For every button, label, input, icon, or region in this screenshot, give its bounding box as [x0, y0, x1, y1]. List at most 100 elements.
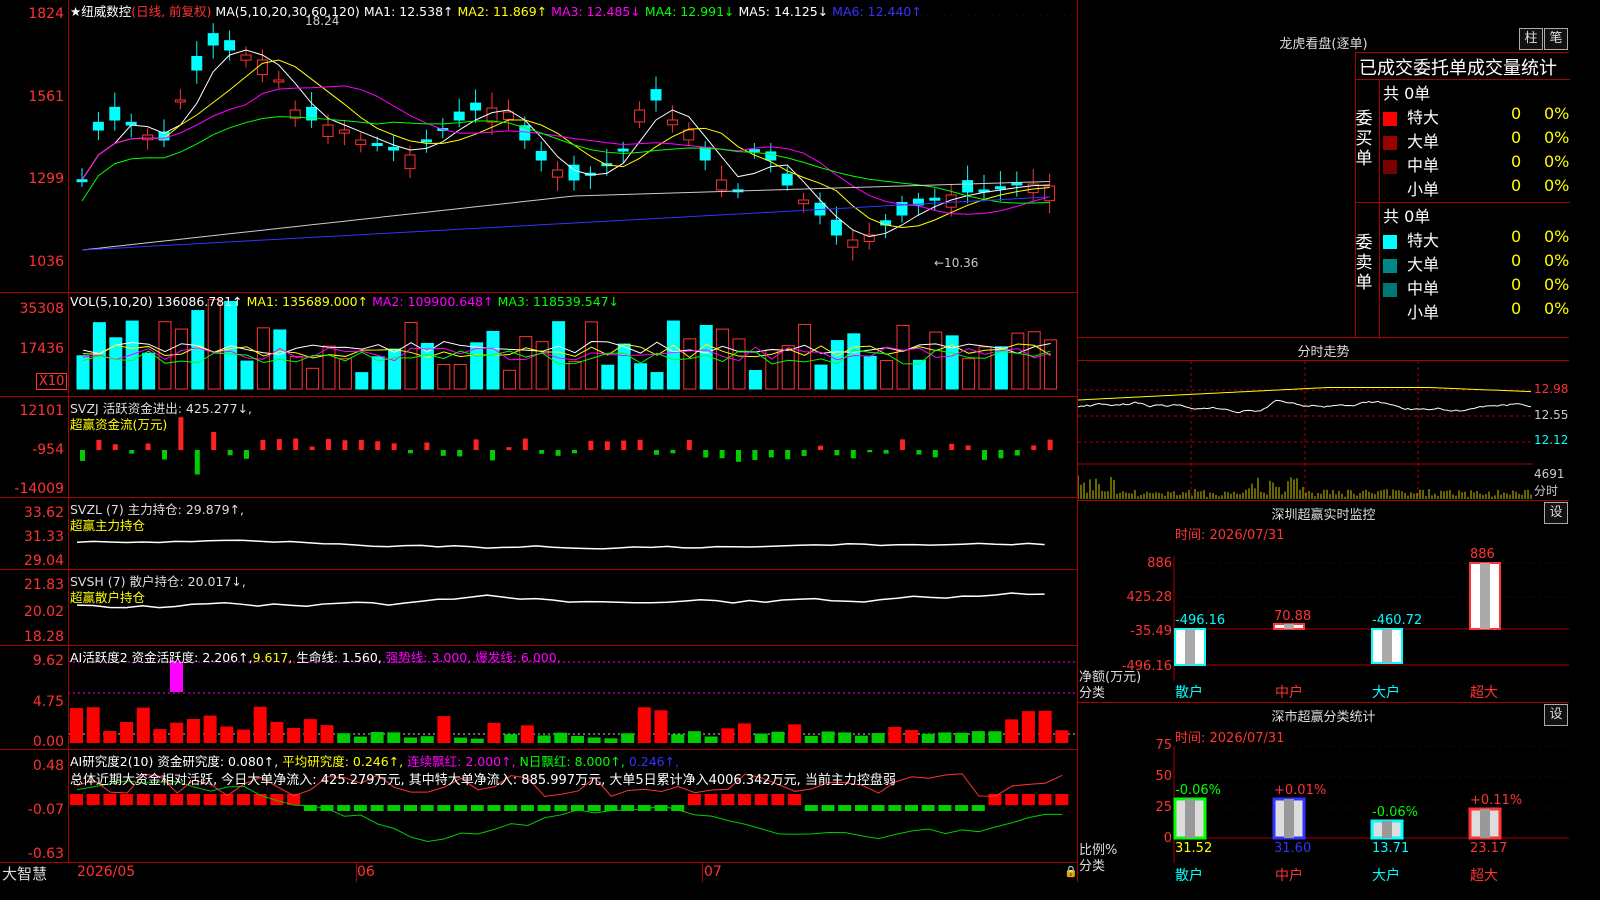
ai2-header: AI研究度2(10) 资金研究度: 0.080↑, 平均研究度: 0.246↑,… [70, 751, 679, 770]
favorite-star-icon[interactable]: ★ [70, 4, 81, 19]
research-bar [537, 805, 551, 811]
y-label: 21.83 [23, 577, 64, 593]
stock-terminal: ★纽威数控(日线, 前复权) MA(5,10,20,30,60,120) MA1… [0, 0, 1570, 884]
research-bar [771, 794, 785, 805]
research-bar [1021, 794, 1035, 805]
activity-bar [938, 732, 952, 743]
ma2-value: MA2: 11.869↑ [457, 4, 548, 19]
svzl-pane[interactable]: SVZL (7) 主力持仓: 29.879↑, 超赢主力持仓 33.62 31.… [0, 498, 1077, 570]
research-bar [170, 794, 184, 805]
volume-bar [666, 320, 680, 390]
activity-bar [86, 707, 100, 743]
vol-ma3: MA3: 118539.547↓ [497, 294, 620, 309]
candle-body [420, 139, 432, 143]
research-bar [470, 805, 484, 811]
kline-header: ★纽威数控(日线, 前复权) MA(5,10,20,30,60,120) MA1… [70, 1, 922, 20]
volume-bar [1044, 339, 1058, 390]
bar-view-button[interactable]: 柱 [1519, 28, 1543, 50]
buy-total: 共 0单 [1383, 84, 1431, 103]
candle-body [798, 199, 810, 205]
flow-bar [80, 450, 85, 461]
volume-bar [519, 336, 533, 390]
volume-bar [437, 363, 451, 390]
svzj-pane[interactable]: SVZJ 活跃资金进出: 425.277↓, 超赢资金流(万元) 12101 -… [0, 397, 1077, 498]
candle-body [486, 107, 498, 123]
volume-bar [207, 299, 221, 390]
flow-bar [457, 450, 463, 457]
candle-body [240, 54, 252, 61]
vol-value: 136086.781↑ [156, 294, 243, 309]
right-panel: 龙虎看盘(逐单) 柱 笔 已成交委托单成交量统计 委买单 共 0单 特大 大单 … [1077, 0, 1570, 884]
intraday-chart[interactable] [1078, 338, 1533, 501]
activity-bar [270, 721, 284, 743]
sz-monitor-chart[interactable] [1078, 501, 1569, 703]
research-bar [186, 794, 200, 805]
activity-bar [320, 725, 334, 743]
flow-bar [949, 443, 955, 450]
svsh-pane[interactable]: SVSH (7) 散户持仓: 20.017↓, 超赢散户持仓 21.83 20.… [0, 570, 1077, 646]
ai-research-pane[interactable]: AI研究度2(10) 资金研究度: 0.080↑, 平均研究度: 0.246↑,… [0, 750, 1077, 863]
research-bar [504, 805, 518, 811]
research-bar [788, 794, 802, 805]
intraday-panel[interactable]: 分时走势 12.98 12.55 12.12 4691 分时 [1078, 338, 1569, 501]
research-bar [420, 805, 434, 811]
flow-bar [539, 450, 545, 454]
tick-view-button[interactable]: 笔 [1544, 28, 1568, 50]
activity-bar [303, 719, 317, 743]
research-bar [86, 794, 100, 805]
volume-bar [929, 331, 943, 390]
research-bar [754, 794, 768, 805]
flow-bar [654, 450, 659, 455]
volume-bar [191, 310, 205, 390]
ai2-d: N日飘红: 8.000↑, [519, 754, 625, 769]
flow-bar [900, 439, 905, 450]
activity-bar [637, 707, 651, 743]
candlestick-chart[interactable] [0, 0, 1077, 293]
kline-pane[interactable]: ★纽威数控(日线, 前复权) MA(5,10,20,30,60,120) MA1… [0, 0, 1077, 293]
y-label: 12.55 [1534, 408, 1569, 422]
sz-monitor-panel[interactable]: 深圳超赢实时监控 设 时间: 2026/07/31 886 425.28 -35… [1078, 501, 1569, 703]
volume-bar [174, 328, 188, 390]
flow-bar [129, 450, 135, 454]
candle-body [207, 33, 219, 46]
flow-bar [850, 450, 856, 459]
activity-bar [170, 722, 184, 743]
flow-bar [719, 450, 725, 459]
activity-bar [921, 733, 935, 743]
buy-pct: 0% [1544, 104, 1570, 123]
sz-stats-chart[interactable] [1078, 703, 1569, 882]
lock-icon[interactable]: 🔒 [1064, 865, 1078, 878]
y-label: 17436 [19, 341, 64, 357]
volume-pane[interactable]: VOL(5,10,20) 136086.781↑ MA1: 135689.000… [0, 293, 1077, 397]
candle-body [273, 79, 285, 83]
flow-bar [965, 445, 971, 450]
flow-bar [178, 417, 184, 450]
activity-bar [120, 721, 134, 743]
flow-bar [736, 450, 741, 462]
research-bar [1005, 794, 1019, 805]
sz-stats-panel[interactable]: 深市超赢分类统计 设 时间: 2026/07/31 75 50 25 0 比例%… [1078, 703, 1569, 884]
buy-pct: 0% [1544, 152, 1570, 171]
kline-mode[interactable]: (日线, 前复权) [131, 4, 211, 19]
candle-body [880, 220, 892, 226]
volume-bar [601, 364, 615, 390]
volume-bar [502, 369, 516, 390]
flow-bar [506, 447, 512, 450]
legend-swatch [1383, 234, 1397, 249]
activity-bar [437, 716, 451, 743]
ratio-bar-shade [1185, 799, 1195, 838]
candle-body [634, 109, 646, 123]
flow-bar [834, 450, 840, 456]
ai1-d: 强势线: 3.000, [385, 650, 472, 665]
activity-bar [571, 735, 584, 743]
buy-row: 特大 [1383, 104, 1439, 128]
y-label: -14009 [14, 481, 64, 497]
buy-row: 中单 [1383, 152, 1439, 176]
ai-activity-pane[interactable]: AI活跃度2 资金活跃度: 2.206↑,9.617, 生命线: 1.560, … [0, 646, 1077, 750]
research-bar [738, 794, 751, 805]
flow-bar [145, 443, 151, 450]
flow-bar [785, 450, 791, 460]
y-label: 4691 [1534, 467, 1565, 481]
candle-body [224, 40, 236, 51]
candle-body [404, 154, 416, 170]
